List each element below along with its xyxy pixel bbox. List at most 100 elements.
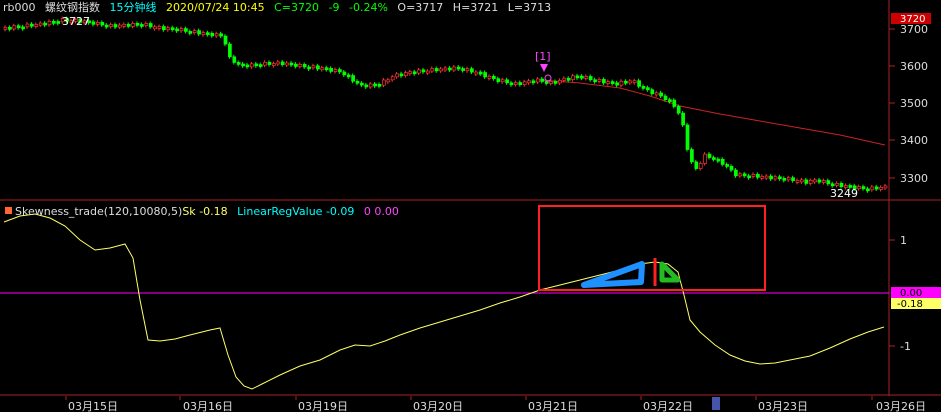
candle [399,73,404,77]
candle [258,64,263,67]
sk-series-line [3,213,885,390]
candle [404,72,408,77]
candle [228,43,232,58]
candle [540,78,545,82]
indicator-tick-label: -1 [900,340,911,353]
candle [126,23,131,27]
candle [663,95,668,100]
candle [685,124,690,150]
candle [487,75,492,79]
candle [800,179,804,183]
candle [764,175,769,179]
candle [439,68,443,72]
candle [289,62,294,66]
candle [395,73,399,78]
date-tick-label: 03月19日 [298,400,348,412]
candle [786,177,791,181]
indicator-tick-label: 1 [900,234,907,247]
candle [527,80,531,84]
candle [707,153,712,158]
candle [756,174,760,178]
candle [434,68,439,72]
date-tick-label: 03月21日 [528,400,578,412]
candle [192,30,197,33]
candle [522,81,527,85]
candle [668,99,672,102]
candle [870,186,875,191]
date-tick-label: 03月23日 [758,400,808,412]
scroll-indicator[interactable] [712,397,720,410]
candle [254,63,259,67]
candle [153,26,157,30]
candle [474,71,479,75]
candle [470,68,474,73]
candle [184,28,188,32]
candle [210,32,215,37]
candle [386,79,391,83]
candle [201,32,206,36]
candle [518,82,523,85]
candle [390,76,395,81]
candle [241,63,245,67]
candle [751,174,756,177]
highlight-box [538,205,766,291]
candle [562,77,567,81]
price-tick-label: 3600 [900,60,928,73]
candle [588,76,593,81]
annotation-green-triangle [659,261,681,283]
candle [267,61,272,65]
candle [25,23,30,28]
candle [720,158,725,165]
candle [276,61,281,65]
candle [492,75,496,80]
annotation-blue-triangle [581,261,645,288]
candle [373,83,377,87]
candle [791,177,795,181]
sk-label: Sk [182,205,196,218]
candle [808,180,813,184]
extra-value: 0.00 [374,205,399,218]
candle [813,179,817,183]
candle [34,24,39,27]
current-price-tag-label: 3720 [900,14,925,25]
candle [566,77,571,81]
candle [316,65,320,70]
candle [96,21,100,25]
indicator-title[interactable]: Skewness_trade(120,10080,5) [15,205,182,218]
linreg-value: -0.09 [325,205,355,218]
candle [162,26,166,31]
candle [21,26,25,30]
candle [91,21,96,25]
candle [324,67,329,71]
candle [346,74,351,78]
price-moving-average [539,79,886,146]
candle [549,81,553,84]
date-tick-label: 03月26日 [876,400,926,412]
candle [3,26,8,30]
candle [364,84,369,88]
candle [654,92,659,96]
candle [56,21,61,24]
candle [637,80,641,87]
candle [135,22,140,26]
candle [676,106,681,114]
candle [16,25,21,29]
candle [368,83,373,88]
candle [553,81,558,84]
candle [690,149,694,163]
candle [500,79,505,83]
candle [285,62,289,66]
candle [725,164,729,167]
candle [219,33,223,37]
candle [597,78,602,82]
low-price-marker: 3249 [830,187,858,200]
candle [734,169,738,177]
candle [8,26,12,30]
candle [698,163,703,169]
candle [716,158,721,162]
candle [157,26,162,29]
candle [430,68,435,72]
candle [166,27,171,31]
candle [536,78,540,83]
candle [236,62,241,65]
